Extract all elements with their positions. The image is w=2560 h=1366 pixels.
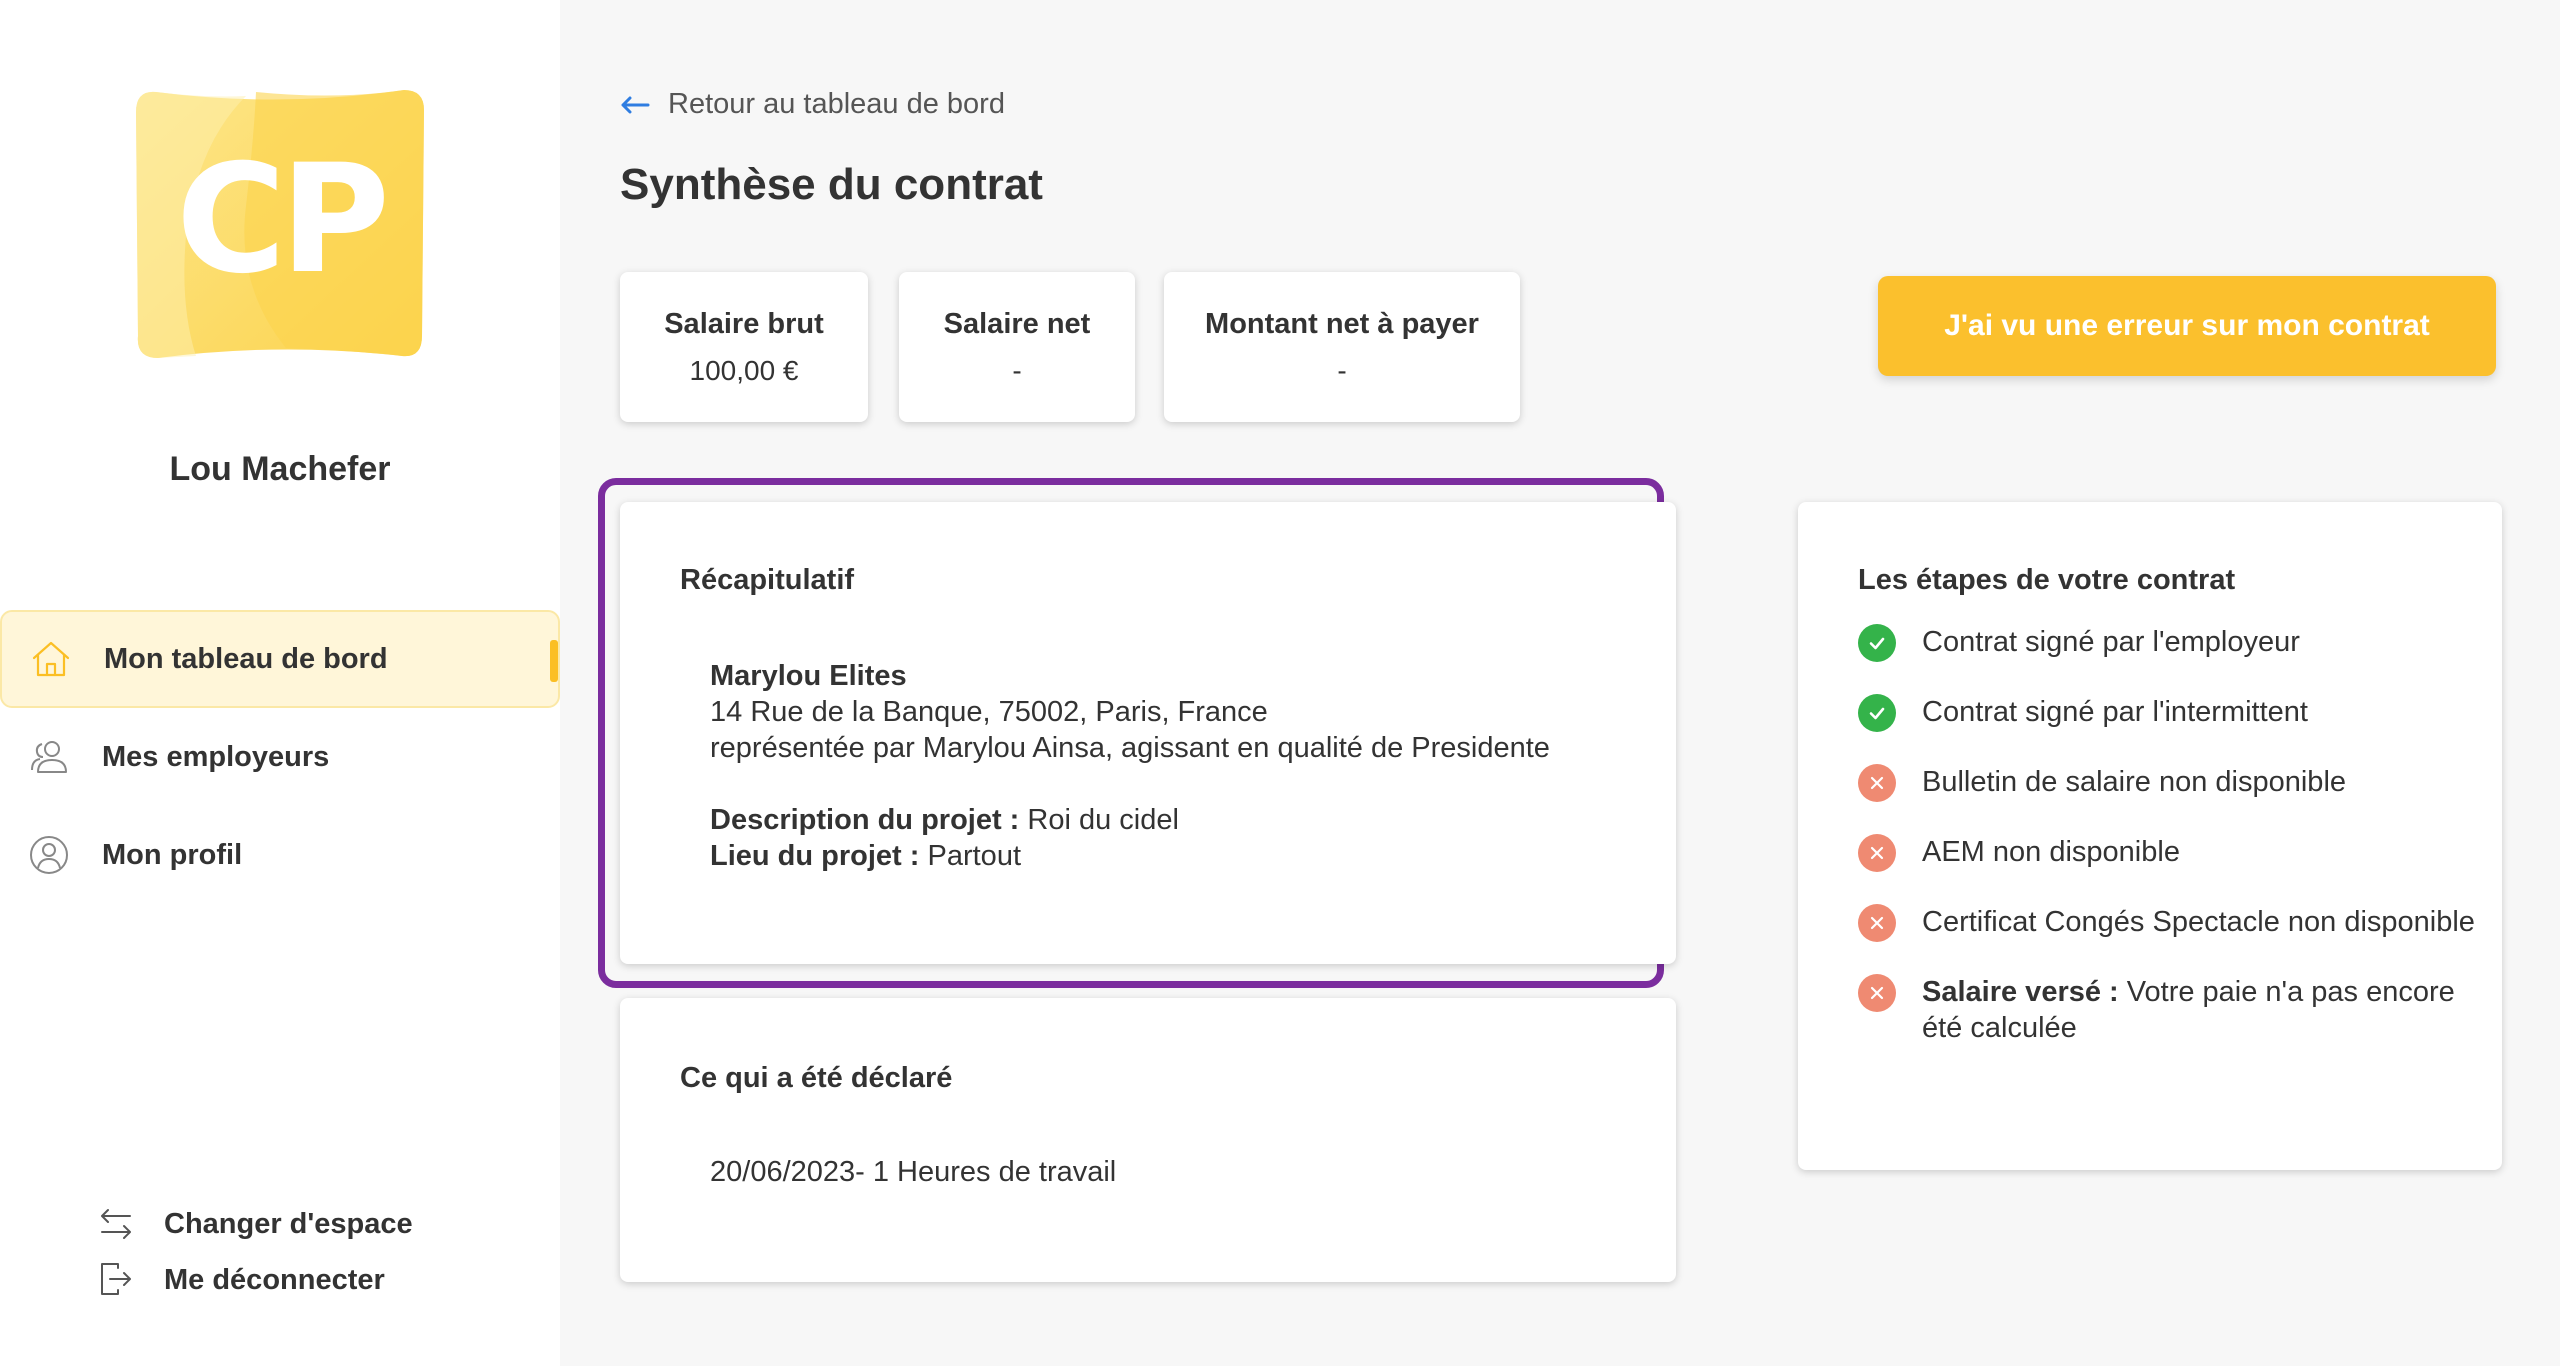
step-item: AEM non disponible [1858, 834, 2478, 872]
step-text: Bulletin de salaire non disponible [1922, 766, 2347, 798]
step-text: AEM non disponible [1922, 836, 2180, 868]
swap-arrows-icon [96, 1204, 136, 1244]
app-root: CP Lou Machefer Mon tableau de bord Mes … [0, 0, 2560, 1366]
page-title: Synthèse du contrat [620, 160, 1043, 209]
company-name: Marylou Elites [710, 660, 907, 692]
steps-title: Les étapes de votre contrat [1858, 564, 2236, 596]
stat-card-net-salary: Salaire net - [899, 272, 1135, 422]
logout-label: Me déconnecter [164, 1263, 385, 1296]
step-text: Certificat Congés Spectacle non disponib… [1922, 906, 2475, 938]
user-name: Lou Machefer [169, 450, 391, 488]
step-text: Salaire versé : Votre paie n'a pas encor… [1922, 974, 2478, 1046]
project-location-label: Lieu du projet : [710, 840, 920, 872]
cross-icon [1858, 974, 1896, 1012]
back-label: Retour au tableau de bord [668, 88, 1005, 120]
stat-value: 100,00 € [689, 355, 799, 386]
sidebar-item-employers[interactable]: Mes employeurs [0, 708, 560, 806]
contract-steps-card: Les étapes de votre contrat Contrat sign… [1798, 502, 2502, 1170]
sidebar-item-label: Mes employeurs [102, 740, 330, 773]
step-label: Salaire versé : [1922, 976, 2119, 1008]
stat-label: Montant net à payer [1205, 308, 1479, 340]
project-description: Description du projet : Roi du cidel [710, 802, 1550, 838]
project-description-value: Roi du cidel [1027, 804, 1179, 836]
sidebar-item-profile[interactable]: Mon profil [0, 806, 560, 904]
switch-space-label: Changer d'espace [164, 1207, 413, 1240]
sidebar-bottom-links: Changer d'espace Me déconnecter [96, 1196, 413, 1308]
company-representative: représentée par Marylou Ainsa, agissant … [710, 732, 1550, 764]
step-text: Contrat signé par l'employeur [1922, 626, 2300, 658]
home-icon [30, 638, 72, 680]
user-circle-icon [28, 834, 70, 876]
sidebar-item-dashboard[interactable]: Mon tableau de bord [0, 610, 560, 708]
check-icon [1858, 694, 1896, 732]
switch-space-link[interactable]: Changer d'espace [96, 1196, 413, 1252]
project-location-value: Partout [927, 840, 1022, 872]
step-item: Contrat signé par l'employeur [1858, 624, 2478, 662]
sidebar: CP Lou Machefer Mon tableau de bord Mes … [0, 0, 560, 1366]
stat-label: Salaire brut [664, 308, 824, 340]
cross-icon [1858, 764, 1896, 802]
step-item: Bulletin de salaire non disponible [1858, 764, 2478, 802]
recap-card: Récapitulatif Marylou Elites 14 Rue de l… [620, 502, 1676, 964]
project-description-label: Description du projet : [710, 804, 1020, 836]
stat-card-gross-salary: Salaire brut 100,00 € [620, 272, 868, 422]
report-error-button[interactable]: J'ai vu une erreur sur mon contrat [1878, 276, 2496, 376]
cross-icon [1858, 904, 1896, 942]
sidebar-item-label: Mon tableau de bord [104, 642, 388, 675]
company-address: 14 Rue de la Banque, 75002, Paris, Franc… [710, 696, 1268, 728]
sidebar-nav: Mon tableau de bord Mes employeurs Mon p… [0, 610, 560, 904]
recap-title: Récapitulatif [680, 564, 855, 596]
logout-link[interactable]: Me déconnecter [96, 1252, 413, 1308]
svg-text:CP: CP [176, 133, 384, 307]
users-icon [28, 736, 70, 778]
stat-label: Salaire net [943, 308, 1091, 340]
recap-body: Marylou Elites 14 Rue de la Banque, 7500… [710, 658, 1550, 874]
back-to-dashboard-link[interactable]: Retour au tableau de bord [620, 88, 1005, 121]
project-location: Lieu du projet : Partout [710, 838, 1550, 874]
cross-icon [1858, 834, 1896, 872]
steps-list: Contrat signé par l'employeur Contrat si… [1858, 624, 2478, 1078]
step-item: Contrat signé par l'intermittent [1858, 694, 2478, 732]
stat-card-net-payable: Montant net à payer - [1164, 272, 1520, 422]
declared-card: Ce qui a été déclaré 20/06/2023- 1 Heure… [620, 998, 1676, 1282]
step-item: Certificat Congés Spectacle non disponib… [1858, 904, 2478, 942]
check-icon [1858, 624, 1896, 662]
arrow-left-icon [620, 95, 650, 115]
step-text: Contrat signé par l'intermittent [1922, 696, 2308, 728]
stat-value: - [1337, 355, 1347, 386]
logout-icon [96, 1260, 136, 1300]
logo-icon: CP [136, 90, 424, 359]
declared-entry: 20/06/2023- 1 Heures de travail [710, 1156, 1117, 1188]
main-content: Retour au tableau de bord Synthèse du co… [560, 0, 2560, 1366]
step-item: Salaire versé : Votre paie n'a pas encor… [1858, 974, 2478, 1046]
declared-title: Ce qui a été déclaré [680, 1062, 953, 1094]
stat-value: - [1012, 355, 1022, 386]
sidebar-item-label: Mon profil [102, 838, 243, 871]
app-logo[interactable]: CP [136, 86, 424, 360]
